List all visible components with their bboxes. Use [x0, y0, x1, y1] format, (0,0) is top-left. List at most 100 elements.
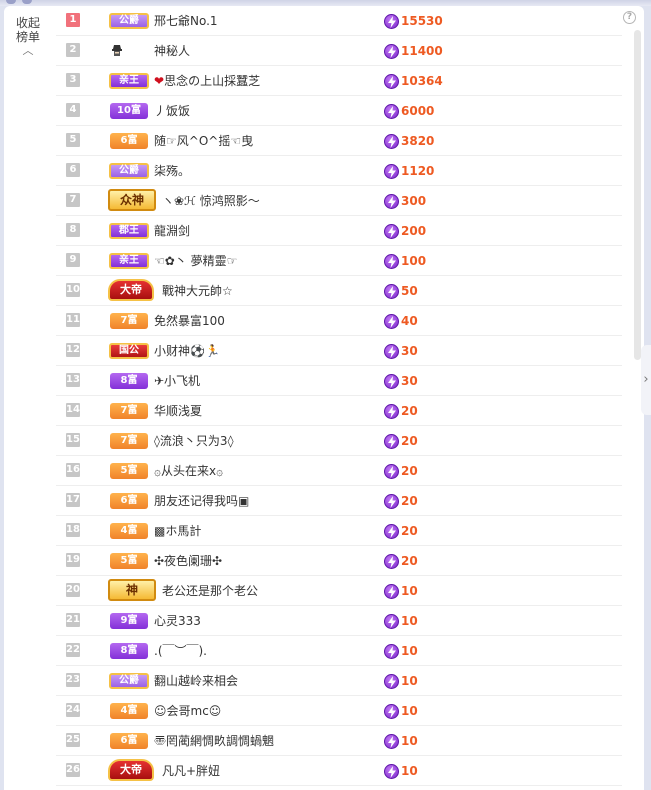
- lightning-icon: [384, 674, 399, 689]
- score: 6000: [384, 102, 434, 119]
- scrollbar[interactable]: [634, 30, 641, 360]
- ranking-row: 24 4富 ☺会哥mc☺ 10: [56, 696, 622, 726]
- level-badge: 公爵: [109, 13, 149, 29]
- level-badge: 7富: [110, 403, 148, 419]
- score: 40: [384, 312, 418, 329]
- level-badge: 7富: [110, 433, 148, 449]
- collapse-ranking-button[interactable]: 收起 榜单 ︿: [8, 16, 48, 57]
- ranking-list: 1 公爵 邢七爺No.1 15530 2 神秘人 11400 3 亲王 ❤思念の上山採蠶芝 1036…: [56, 6, 622, 786]
- rank-number: 21: [66, 613, 80, 627]
- user-name-text: 随☞风^O^摇☜曳: [154, 134, 254, 148]
- level-badge: 6富: [110, 493, 148, 509]
- lightning-icon: [384, 524, 399, 539]
- rank-number: 8: [66, 223, 80, 237]
- lightning-icon: [384, 494, 399, 509]
- lightning-icon: [384, 734, 399, 749]
- score: 11400: [384, 42, 443, 59]
- score: 20: [384, 402, 418, 419]
- lightning-icon: [384, 164, 399, 179]
- user-name-link[interactable]: 随☞风^O^摇☜曳: [154, 133, 253, 149]
- level-badge: 亲王: [109, 253, 149, 269]
- user-name-link[interactable]: 翻山越岭来相会: [154, 673, 238, 689]
- score: 10: [384, 642, 418, 659]
- user-name-link[interactable]: 老公还是那个老公: [162, 583, 258, 599]
- user-name-link[interactable]: 心灵333: [154, 613, 201, 629]
- user-name-text: ▩ホ馬計: [154, 524, 202, 538]
- level-badge: 众神: [108, 189, 156, 211]
- user-name-link[interactable]: 华顺浅夏: [154, 403, 202, 419]
- level-badge: 5富: [110, 463, 148, 479]
- user-name-link[interactable]: 神秘人: [154, 43, 190, 59]
- ranking-row: 9 亲王 ☜✿丶 夢精靈☞ 100: [56, 246, 622, 276]
- rank-number: 17: [66, 493, 80, 507]
- ranking-row: 8 郡王 龍淵剑 200: [56, 216, 622, 246]
- lightning-icon: [384, 254, 399, 269]
- rank-number: 2: [66, 43, 80, 57]
- user-name-link[interactable]: ◊流浪丶只为3◊: [154, 433, 234, 449]
- level-badge: 9富: [110, 613, 148, 629]
- lightning-icon: [384, 194, 399, 209]
- level-badge: 亲王: [109, 73, 149, 89]
- user-name-text: ۞从头在来x۞: [154, 464, 224, 478]
- ranking-row: 4 10富 丿饭饭 6000: [56, 96, 622, 126]
- ranking-row: 18 4富 ▩ホ馬計 20: [56, 516, 622, 546]
- user-name-link[interactable]: ✣夜色阑珊✣: [154, 553, 222, 569]
- score: 200: [384, 222, 426, 239]
- user-name-link[interactable]: 〠罔蔺網惆畂調惆蝸魍: [154, 733, 274, 749]
- score: 20: [384, 432, 418, 449]
- lightning-icon: [384, 224, 399, 239]
- user-name-link[interactable]: ۞从头在来x۞: [154, 463, 223, 479]
- lightning-icon: [384, 284, 399, 299]
- lightning-icon: [384, 554, 399, 569]
- user-name-link[interactable]: 丿饭饭: [154, 103, 190, 119]
- user-name-link[interactable]: ☜✿丶 夢精靈☞: [154, 253, 237, 269]
- ranking-row: 11 7富 免然暴富100 40: [56, 306, 622, 336]
- user-name-link[interactable]: ▩ホ馬計: [154, 523, 201, 539]
- user-name-text: ✣夜色阑珊✣: [154, 554, 223, 568]
- user-name-link[interactable]: ☺会哥mc☺: [154, 703, 221, 719]
- chevron-up-icon: ︿: [22, 44, 34, 57]
- collapse-label-line2: 榜单: [15, 30, 40, 44]
- rank-number: 16: [66, 463, 80, 477]
- user-name-link[interactable]: 朋友还记得我吗▣: [154, 493, 249, 509]
- score-value: 10: [401, 674, 418, 688]
- score-value: 40: [401, 314, 418, 328]
- user-name-link[interactable]: 龍淵剑: [154, 223, 190, 239]
- score: 1120: [384, 162, 434, 179]
- ranking-row: 6 公爵 柒殇。 1120: [56, 156, 622, 186]
- user-name-link[interactable]: 凡凡+胖妞: [162, 763, 220, 779]
- user-name-link[interactable]: 柒殇。: [154, 163, 190, 179]
- level-badge: 神: [108, 579, 156, 601]
- user-name-text: 思念の上山採蠶芝: [164, 74, 261, 88]
- ranking-row: 5 6富 随☞风^O^摇☜曳 3820: [56, 126, 622, 156]
- user-name-link[interactable]: ✈小飞机: [154, 373, 200, 389]
- user-name-text: 凡凡+胖妞: [162, 764, 221, 778]
- score: 10364: [384, 72, 443, 89]
- score: 10: [384, 762, 418, 779]
- lightning-icon: [384, 464, 399, 479]
- user-name-link[interactable]: 邢七爺No.1: [154, 13, 218, 29]
- user-name-link[interactable]: 免然暴富100: [154, 313, 225, 329]
- user-name-text: 神秘人: [154, 44, 191, 58]
- score: 10: [384, 582, 418, 599]
- decorative-dot: [6, 0, 16, 4]
- user-name-text: ヽ❀ℋ 惊鸿照影～: [162, 194, 260, 208]
- user-name-link[interactable]: .(￣︶￣).: [154, 643, 207, 659]
- user-name-link[interactable]: ❤思念の上山採蠶芝: [154, 73, 260, 89]
- user-name-link[interactable]: ヽ❀ℋ 惊鸿照影～: [162, 193, 260, 209]
- heart-icon: ❤: [154, 74, 165, 88]
- level-badge: 6富: [110, 133, 148, 149]
- level-badge: 5富: [110, 553, 148, 569]
- rank-number: 14: [66, 403, 80, 417]
- help-icon[interactable]: ?: [623, 11, 636, 24]
- score: 30: [384, 342, 418, 359]
- level-badge: 10富: [110, 103, 148, 119]
- user-name-link[interactable]: 小财神⚽🏃: [154, 343, 220, 359]
- score: 3820: [384, 132, 434, 149]
- score: 10: [384, 672, 418, 689]
- user-name-text: .(￣︶￣).: [154, 644, 207, 658]
- user-name-link[interactable]: 戰神大元帥☆: [162, 283, 233, 299]
- chevron-right-icon[interactable]: ›: [641, 345, 651, 415]
- score-value: 50: [401, 284, 418, 298]
- score-value: 11400: [401, 44, 443, 58]
